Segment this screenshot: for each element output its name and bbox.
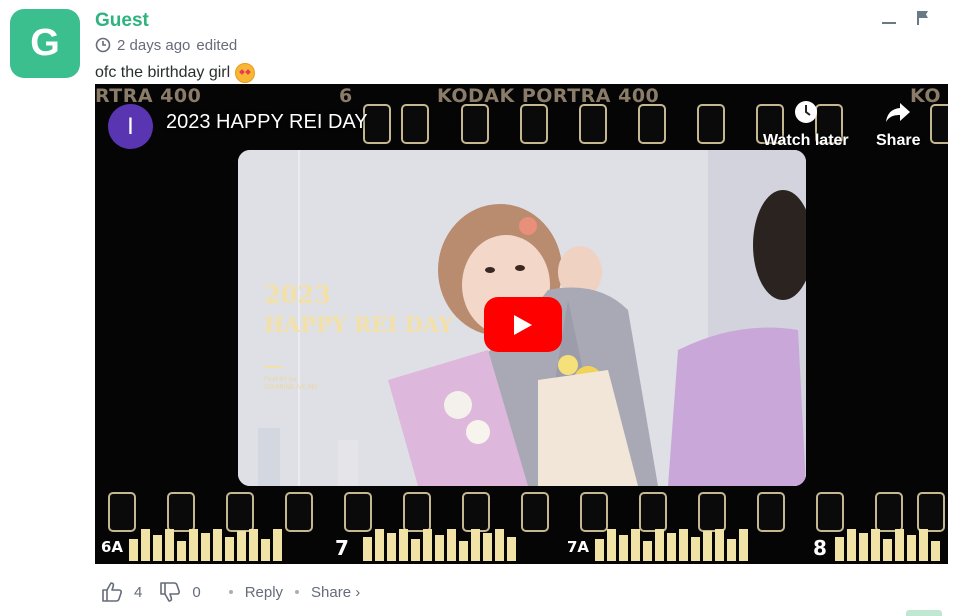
watch-later-button[interactable]: Watch later xyxy=(763,100,849,150)
film-barcode xyxy=(595,529,748,561)
sprocket xyxy=(697,104,725,144)
avatar-letter: G xyxy=(30,22,60,64)
author-name[interactable]: Guest xyxy=(95,10,149,32)
frame-number: 6A xyxy=(101,538,124,556)
share-video-button[interactable]: Share xyxy=(876,100,920,150)
sprocket xyxy=(462,492,490,532)
corner-badge xyxy=(906,610,942,616)
overlay-credits: FILM BY lux STARRING IVE REI xyxy=(264,376,318,392)
video-title[interactable]: 2023 HAPPY REI DAY xyxy=(166,111,368,134)
channel-avatar[interactable]: I xyxy=(108,104,153,149)
overlay-title: HAPPY REI DAY xyxy=(264,312,454,337)
comment-top-actions xyxy=(882,10,930,26)
share-button[interactable]: Share › xyxy=(311,584,360,601)
sprocket xyxy=(108,492,136,532)
smiling-face-with-hearts-icon xyxy=(235,63,256,83)
upvote-button[interactable]: 4 xyxy=(100,580,142,604)
sprocket xyxy=(579,104,607,144)
sprocket xyxy=(930,104,948,144)
channel-initial: I xyxy=(127,112,134,140)
sprocket xyxy=(285,492,313,532)
sprocket-row-bottom xyxy=(95,492,948,534)
sprocket xyxy=(167,492,195,532)
sprocket xyxy=(344,492,372,532)
sprocket xyxy=(403,492,431,532)
frame-number: 7A xyxy=(567,538,590,556)
sprocket xyxy=(875,492,903,532)
film-barcode xyxy=(363,529,516,561)
sprocket xyxy=(520,104,548,144)
upvote-count: 4 xyxy=(134,583,143,601)
comment-meta: 2 days ago edited xyxy=(95,35,237,55)
frame-number: 7 xyxy=(335,536,349,560)
overlay-year: 2023 xyxy=(264,280,331,309)
sprocket xyxy=(638,104,666,144)
film-barcode xyxy=(129,529,282,561)
sprocket xyxy=(401,104,429,144)
separator-dot xyxy=(295,590,300,594)
flag-icon[interactable] xyxy=(916,10,930,26)
sprocket xyxy=(580,492,608,532)
sprocket xyxy=(757,492,785,532)
sprocket xyxy=(521,492,549,532)
reply-button[interactable]: Reply xyxy=(245,584,283,601)
comment-text: ofc the birthday girl xyxy=(95,64,231,81)
edited-label: edited xyxy=(196,36,238,54)
sprocket xyxy=(698,492,726,532)
clock-icon xyxy=(95,37,111,53)
downvote-button[interactable]: 0 xyxy=(158,580,201,604)
play-icon xyxy=(514,314,532,335)
comment-actions: 4 0 Reply Share › xyxy=(100,578,360,606)
timestamp[interactable]: 2 days ago xyxy=(117,37,190,54)
sprocket xyxy=(639,492,667,532)
sprocket xyxy=(816,492,844,532)
frame-number: 8 xyxy=(813,536,827,560)
separator-dot xyxy=(228,590,233,594)
downvote-count: 0 xyxy=(192,583,201,601)
overlay-credit-line: FILM BY lux xyxy=(264,377,297,383)
sprocket xyxy=(461,104,489,144)
sprocket xyxy=(226,492,254,532)
play-button[interactable] xyxy=(484,297,562,352)
video-embed[interactable]: RTRA 400 6 KODAK PORTRA 400 KO I 2023 HA… xyxy=(95,84,948,564)
clock-icon xyxy=(794,101,817,123)
share-arrow-icon xyxy=(886,103,911,122)
comment-body: ofc the birthday girl xyxy=(95,63,256,83)
overlay-credit-line: STARRING IVE REI xyxy=(264,385,318,391)
film-barcode xyxy=(835,529,940,561)
thumbs-down-icon xyxy=(160,582,181,602)
watch-later-label: Watch later xyxy=(763,132,849,149)
minimize-icon[interactable] xyxy=(882,22,896,24)
thumbs-up-icon xyxy=(102,582,122,602)
overlay-rule xyxy=(264,366,282,368)
sprocket xyxy=(917,492,945,532)
share-video-label: Share xyxy=(876,132,921,149)
avatar[interactable]: G xyxy=(10,9,80,78)
